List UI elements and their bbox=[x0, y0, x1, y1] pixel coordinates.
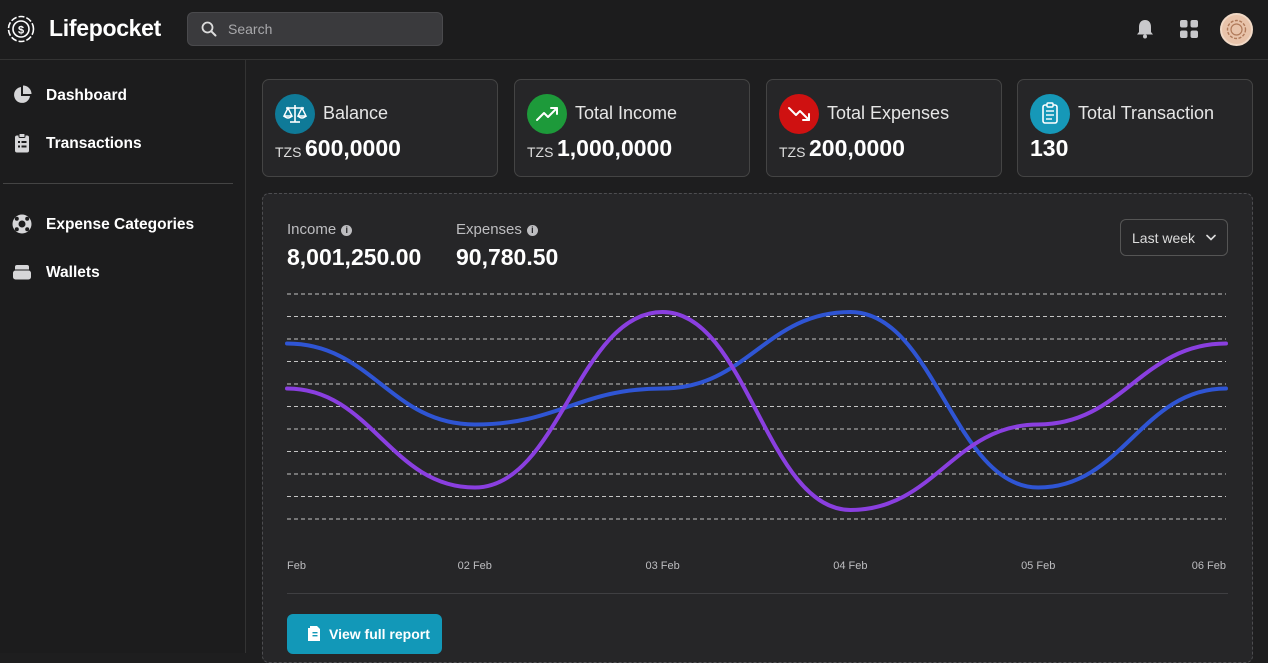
view-full-report-button[interactable]: View full report bbox=[287, 614, 442, 654]
card-currency: TZS bbox=[275, 144, 302, 160]
search-input[interactable] bbox=[228, 19, 428, 39]
balance-card[interactable]: Balance TZS 600,0000 bbox=[262, 79, 498, 177]
series-line-2[interactable] bbox=[285, 309, 1228, 513]
card-value: 130 bbox=[1030, 135, 1069, 161]
sidebar: Dashboard Transactions Expense Categorie… bbox=[0, 60, 246, 653]
sidebar-item-wallets[interactable]: Wallets bbox=[0, 252, 245, 292]
x-tick-label: 03 Feb bbox=[645, 560, 679, 572]
x-tick-label: 06 Feb bbox=[1192, 560, 1226, 572]
trending-up-icon bbox=[536, 107, 558, 121]
x-tick-label: 05 Feb bbox=[1021, 560, 1055, 572]
panel-divider bbox=[287, 593, 1228, 594]
document-icon bbox=[308, 626, 320, 641]
scale-icon bbox=[282, 105, 308, 123]
sidebar-item-label: Dashboard bbox=[46, 87, 127, 104]
card-title: Total Expenses bbox=[827, 103, 950, 123]
card-icon-bg bbox=[1030, 94, 1070, 134]
wallet-icon bbox=[12, 265, 32, 281]
svg-text:$: $ bbox=[18, 25, 24, 37]
series-line-1[interactable] bbox=[285, 309, 1228, 490]
total-expenses-card[interactable]: Total Expenses TZS 200,0000 bbox=[766, 79, 1002, 177]
trending-down-icon bbox=[788, 107, 810, 121]
logo-icon: $ bbox=[7, 15, 35, 43]
sidebar-item-label: Transactions bbox=[46, 135, 142, 152]
apps-grid-icon[interactable] bbox=[1180, 20, 1198, 38]
pie-chart-icon bbox=[14, 85, 32, 103]
search-icon bbox=[201, 21, 217, 37]
card-icon-bg bbox=[779, 94, 819, 134]
income-expenses-panel: Income i 8,001,250.00 Expenses i 90,780.50… bbox=[262, 193, 1253, 663]
search-box[interactable] bbox=[187, 12, 443, 46]
card-value: 1,000,0000 bbox=[557, 135, 673, 161]
life-ring-icon bbox=[12, 214, 32, 234]
top-bar: $ Lifepocket bbox=[0, 0, 1268, 60]
sidebar-item-dashboard[interactable]: Dashboard bbox=[0, 75, 245, 115]
sidebar-divider bbox=[3, 183, 233, 184]
avatar-coin-icon bbox=[1226, 19, 1247, 40]
sidebar-item-expense-categories[interactable]: Expense Categories bbox=[0, 204, 245, 244]
clipboard-list-icon bbox=[15, 133, 29, 153]
card-title: Total Transaction bbox=[1078, 103, 1215, 123]
report-button-label: View full report bbox=[329, 626, 430, 642]
user-avatar[interactable] bbox=[1220, 13, 1253, 46]
bell-icon[interactable] bbox=[1136, 19, 1154, 39]
card-title: Total Income bbox=[575, 103, 678, 123]
card-value: 600,0000 bbox=[305, 135, 401, 161]
card-currency: TZS bbox=[779, 144, 806, 160]
card-icon-bg bbox=[527, 94, 567, 134]
sidebar-item-transactions[interactable]: Transactions bbox=[0, 123, 245, 163]
total-income-card[interactable]: Total Income TZS 1,000,0000 bbox=[514, 79, 750, 177]
x-tick-label: 04 Feb bbox=[833, 560, 867, 572]
card-value: 200,0000 bbox=[809, 135, 905, 161]
clipboard-icon bbox=[1042, 102, 1058, 124]
card-currency: TZS bbox=[527, 144, 554, 160]
x-tick-label: 02 Feb bbox=[458, 560, 492, 572]
sidebar-item-label: Wallets bbox=[46, 264, 100, 281]
card-icon-bg bbox=[275, 94, 315, 134]
total-transaction-card[interactable]: Total Transaction 130 bbox=[1017, 79, 1253, 177]
card-title: Balance bbox=[323, 103, 389, 123]
x-tick-label: Feb bbox=[287, 560, 306, 572]
sidebar-item-label: Expense Categories bbox=[46, 216, 195, 233]
app-title[interactable]: Lifepocket bbox=[49, 15, 161, 42]
line-chart: Feb 02 Feb 03 Feb 04 Feb 05 Feb 06 Feb bbox=[285, 293, 1228, 572]
